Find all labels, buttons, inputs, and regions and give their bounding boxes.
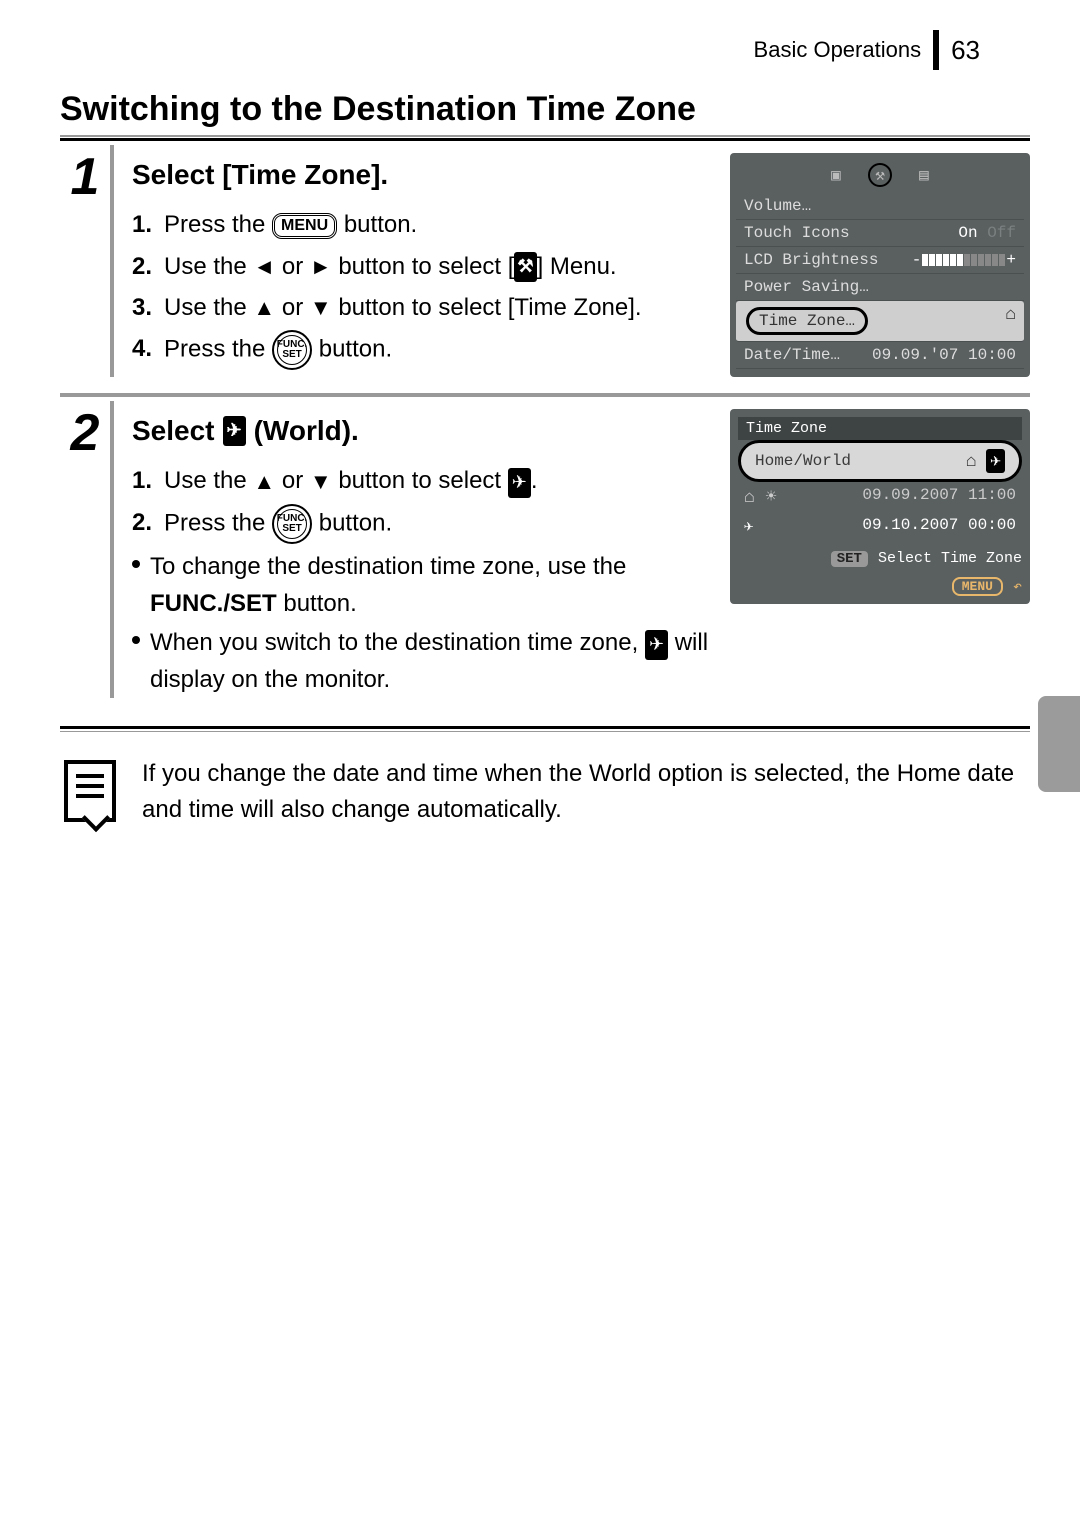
lcd2-title: Time Zone <box>738 417 1022 440</box>
lcd-timezone-row: Time Zone… ⌂ <box>736 301 1024 342</box>
step-1-sub-4: 4. Press the FUNC.SET button. <box>132 330 712 370</box>
step-1-number: 1 <box>60 145 114 377</box>
lcd-datetime-row: Date/Time…09.09.'07 10:00 <box>736 342 1024 369</box>
world-plane-icon: ✈ <box>645 630 668 660</box>
lcd2-footer: SET Select Time Zone <box>738 550 1022 567</box>
step-2-sub-2: 2. Press the FUNC.SET button. <box>132 504 712 544</box>
menu-button-icon: MENU <box>272 213 337 239</box>
arrow-up-icon: ▲ <box>253 465 275 499</box>
step-1-sub-2: 2. Use the ◄ or ► button to select [⚒] M… <box>132 248 712 285</box>
arrow-down-icon: ▼ <box>310 465 332 499</box>
world-plane-icon: ✈ <box>223 416 246 446</box>
header-divider <box>933 30 939 70</box>
lcd2-home-world-row: Home/World ⌂ ✈ <box>738 440 1022 482</box>
step-2-bullet-2: When you switch to the destination time … <box>132 624 712 698</box>
back-arrow-icon: ↶ <box>1013 577 1022 596</box>
step-1-heading: Select [Time Zone]. <box>132 153 712 196</box>
step-1-sub-1: 1. Press the MENU button. <box>132 206 712 243</box>
home-icon: ⌂ ☀ <box>744 486 776 508</box>
arrow-left-icon: ◄ <box>253 250 275 284</box>
note-text: If you change the date and time when the… <box>142 756 1026 828</box>
step-1: 1 Select [Time Zone]. 1. Press the MENU … <box>60 141 1030 397</box>
lcd-tab-tools-icon: ⚒ <box>868 163 892 187</box>
step-2-heading: Select ✈ (World). <box>132 409 712 452</box>
header-section-label: Basic Operations <box>754 37 922 63</box>
lcd-tab-print-icon: ▤ <box>912 163 936 187</box>
lcd-tab-camera-icon: ▣ <box>824 163 848 187</box>
menu-badge-icon: MENU <box>952 577 1003 596</box>
arrow-up-icon: ▲ <box>253 291 275 325</box>
func-set-button-icon: FUNC.SET <box>272 330 312 370</box>
step-1-sub-3: 3. Use the ▲ or ▼ button to select [Time… <box>132 289 712 326</box>
section-title: Switching to the Destination Time Zone <box>60 90 1030 129</box>
page-number: 63 <box>951 35 980 66</box>
step-2: 2 Select ✈ (World). 1. Use the ▲ or ▼ bu… <box>60 397 1030 714</box>
step-2-sub-1: 1. Use the ▲ or ▼ button to select ✈. <box>132 462 712 499</box>
arrow-right-icon: ► <box>310 250 332 284</box>
step-2-number: 2 <box>60 401 114 698</box>
side-thumb-tab <box>1038 696 1080 792</box>
end-rule <box>60 726 1030 732</box>
world-plane-icon: ✈ <box>508 468 531 498</box>
plane-icon: ✈ <box>744 516 754 536</box>
note-block: If you change the date and time when the… <box>60 756 1030 828</box>
func-set-button-icon: FUNC.SET <box>272 504 312 544</box>
arrow-down-icon: ▼ <box>310 291 332 325</box>
lcd-touch-row: Touch Icons On Off <box>736 220 1024 247</box>
step-2-lcd-screenshot: Time Zone Home/World ⌂ ✈ ⌂ ☀ 09.09.2007 … <box>730 409 1030 698</box>
step-2-bullet-1: To change the destination time zone, use… <box>132 548 712 622</box>
lcd-volume-row: Volume… <box>736 193 1024 220</box>
brightness-bar-icon: - + <box>912 251 1016 269</box>
lcd-power-row: Power Saving… <box>736 274 1024 301</box>
home-icon: ⌂ <box>966 452 977 472</box>
set-badge-icon: SET <box>831 551 868 567</box>
step-1-lcd-screenshot: ▣ ⚒ ▤ Volume… Touch Icons On Off LCD Bri… <box>730 153 1030 377</box>
step-2-text: Select ✈ (World). 1. Use the ▲ or ▼ butt… <box>132 409 712 698</box>
lcd2-home-row: ⌂ ☀ 09.09.2007 11:00 <box>738 482 1022 512</box>
home-icon: ⌂ <box>1005 305 1016 337</box>
page-header: Basic Operations 63 <box>60 30 980 70</box>
lcd-brightness-row: LCD Brightness - + <box>736 247 1024 274</box>
world-plane-icon: ✈ <box>986 449 1005 473</box>
note-document-icon <box>64 760 116 822</box>
tools-tab-icon: ⚒ <box>514 252 536 282</box>
lcd2-dest-row: ✈ 09.10.2007 00:00 <box>738 512 1022 540</box>
step-1-text: Select [Time Zone]. 1. Press the MENU bu… <box>132 153 712 377</box>
